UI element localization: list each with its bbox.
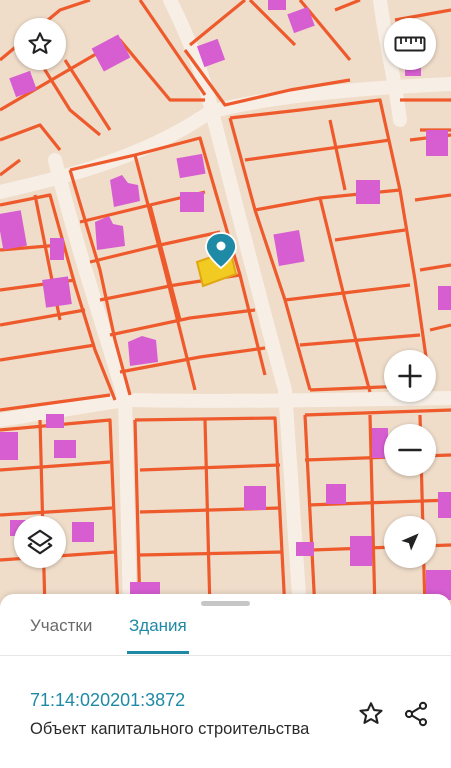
panel-tabs: Участки Здания <box>0 608 451 654</box>
cadastral-map[interactable] <box>0 0 451 610</box>
measure-button[interactable] <box>384 18 436 70</box>
favorite-object-button[interactable] <box>355 698 387 730</box>
tab-plots[interactable]: Участки <box>30 608 92 654</box>
drag-handle[interactable] <box>201 601 250 606</box>
object-type-label: Объект капитального строительства <box>30 720 310 738</box>
tabs-divider <box>0 655 451 656</box>
layers-button[interactable] <box>14 516 66 568</box>
star-outline-icon <box>28 32 52 54</box>
locate-button[interactable] <box>384 516 436 568</box>
star-outline-icon <box>359 702 383 724</box>
cadastral-number-link[interactable]: 71:14:020201:3872 <box>30 690 185 711</box>
info-panel: Участки Здания 71:14:020201:3872 Объект … <box>0 594 451 768</box>
navigation-arrow-icon <box>401 533 419 551</box>
plus-icon <box>398 364 422 388</box>
share-button[interactable] <box>400 698 432 730</box>
ruler-icon <box>394 36 426 52</box>
minus-icon <box>398 448 422 452</box>
layers-icon <box>27 529 53 555</box>
share-icon <box>404 701 428 727</box>
zoom-out-button[interactable] <box>384 424 436 476</box>
tab-buildings[interactable]: Здания <box>127 608 189 654</box>
zoom-in-button[interactable] <box>384 350 436 402</box>
favorite-button[interactable] <box>14 18 66 70</box>
